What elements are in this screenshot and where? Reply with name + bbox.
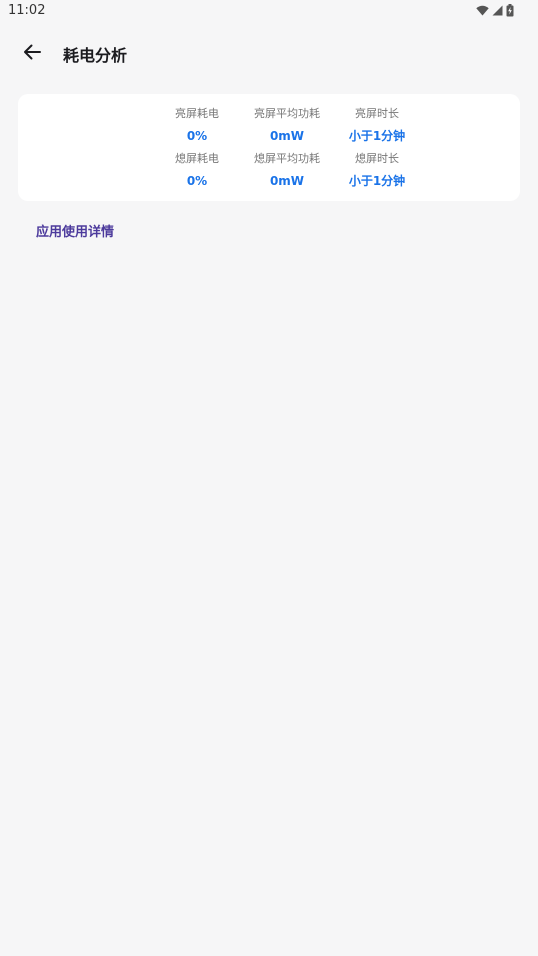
screen-on-consumption-value: 0% bbox=[186, 129, 208, 143]
screen-off-consumption-label: 熄屏耗电 bbox=[175, 152, 219, 165]
screen-off-avg-power-label: 熄屏平均功耗 bbox=[254, 152, 320, 165]
arrow-left-icon bbox=[23, 44, 41, 64]
app-bar: 耗电分析 bbox=[0, 28, 538, 80]
screen-off-consumption-value: 0% bbox=[186, 174, 208, 188]
battery-charging-icon bbox=[506, 4, 514, 17]
screen-on-duration-label: 亮屏时长 bbox=[355, 107, 399, 120]
status-icons bbox=[476, 4, 514, 17]
power-stats-grid: 亮屏耗电 亮屏平均功耗 亮屏时长 0% 0mW 小于1分钟 熄屏耗电 熄屏平均功… bbox=[152, 105, 422, 195]
status-time: 11:02 bbox=[8, 3, 46, 18]
screen-off-duration-value: 小于1分钟 bbox=[348, 174, 406, 188]
screen-on-consumption-label: 亮屏耗电 bbox=[175, 107, 219, 120]
screen-off-duration-label: 熄屏时长 bbox=[355, 152, 399, 165]
status-bar: 11:02 bbox=[0, 0, 538, 24]
screen-on-duration-value: 小于1分钟 bbox=[348, 129, 406, 143]
app-usage-details-link[interactable]: 应用使用详情 bbox=[36, 221, 114, 240]
screen-on-avg-power-label: 亮屏平均功耗 bbox=[254, 107, 320, 120]
screen-on-avg-power-value: 0mW bbox=[269, 129, 305, 143]
back-button[interactable] bbox=[16, 38, 48, 70]
wifi-icon bbox=[476, 5, 489, 16]
cell-signal-icon bbox=[492, 5, 503, 16]
page-title: 耗电分析 bbox=[63, 46, 128, 65]
screen-off-avg-power-value: 0mW bbox=[269, 174, 305, 188]
power-stats-card: 亮屏耗电 亮屏平均功耗 亮屏时长 0% 0mW 小于1分钟 熄屏耗电 熄屏平均功… bbox=[18, 94, 520, 201]
